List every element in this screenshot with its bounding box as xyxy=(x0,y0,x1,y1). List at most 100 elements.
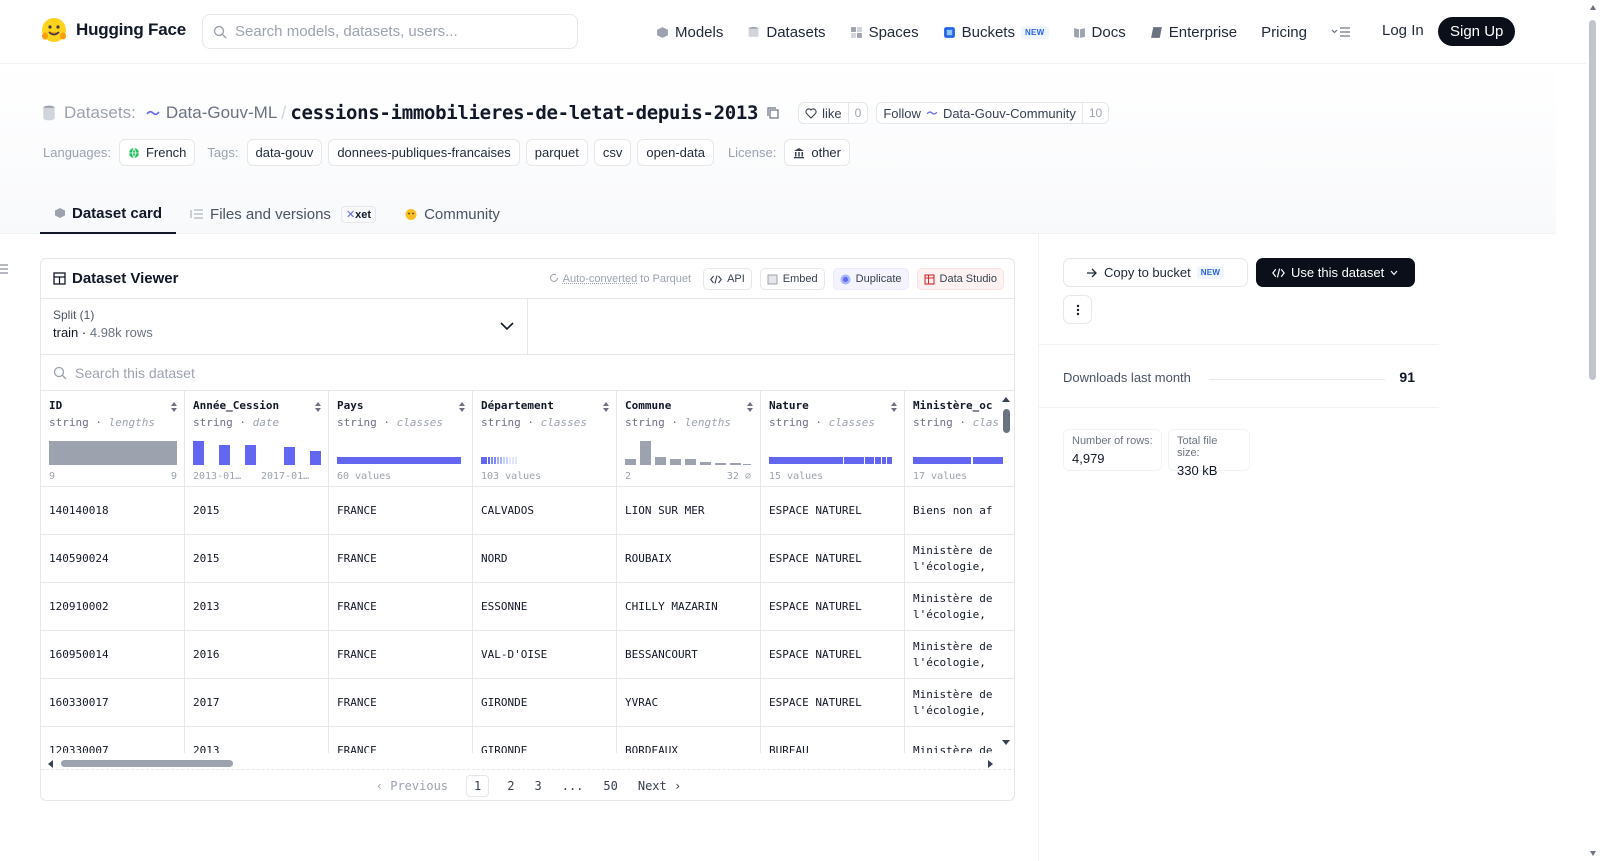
tag-csv[interactable]: csv xyxy=(593,139,632,166)
tag-open-data[interactable]: open-data xyxy=(637,139,714,166)
table-cell[interactable]: 2015 xyxy=(185,487,329,535)
tab-files[interactable]: Files and versions ✕xet xyxy=(176,194,390,234)
signup-button[interactable]: Sign Up xyxy=(1438,17,1516,46)
copy-to-bucket-button[interactable]: Copy to bucket NEW xyxy=(1063,258,1248,287)
language-tag[interactable]: French xyxy=(118,139,196,166)
next-page-button[interactable]: Next › xyxy=(628,775,691,797)
license-tag[interactable]: other xyxy=(784,139,850,166)
dataset-search-input[interactable] xyxy=(75,364,475,381)
table-cell[interactable]: BESSANCOURT xyxy=(617,631,761,679)
duplicate-button[interactable]: Duplicate xyxy=(832,268,909,290)
brand-logo[interactable]: Hugging Face xyxy=(40,16,186,44)
column-header-pays[interactable]: Pays string · classes 60 values xyxy=(329,391,473,487)
dataset-name[interactable]: cessions-immobilieres-de-letat-depuis-20… xyxy=(290,102,758,124)
table-cell[interactable]: 2017 xyxy=(185,679,329,727)
tag-donnees-publiques[interactable]: donnees-publiques-francaises xyxy=(328,139,520,166)
tag-data-gouv[interactable]: data-gouv xyxy=(246,139,323,166)
nav-pricing[interactable]: Pricing xyxy=(1261,24,1307,41)
page-vscroll-thumb[interactable] xyxy=(1589,20,1596,380)
login-link[interactable]: Log In xyxy=(1382,22,1424,39)
nav-more-menu[interactable] xyxy=(1331,26,1351,38)
data-studio-button[interactable]: Data Studio xyxy=(916,268,1004,290)
table-cell[interactable]: Ministère de l'écologie, xyxy=(905,583,1014,631)
split-selector[interactable]: Split (1) train · 4.98k rows xyxy=(41,299,528,354)
table-cell[interactable]: YVRAC xyxy=(617,679,761,727)
table-cell[interactable]: Ministère de l'écologie, xyxy=(905,535,1014,583)
nav-datasets[interactable]: Datasets xyxy=(747,24,826,41)
sort-icon[interactable] xyxy=(314,401,322,413)
scroll-up-icon[interactable] xyxy=(1001,395,1011,403)
global-search[interactable] xyxy=(202,14,578,49)
table-cell[interactable]: CHILLY MAZARIN xyxy=(617,583,761,631)
column-header-departement[interactable]: Département string · classes 103 values xyxy=(473,391,617,487)
column-header-commune[interactable]: Commune string · lengths 2 32 ⌀ xyxy=(617,391,761,487)
table-cell[interactable]: FRANCE xyxy=(329,679,473,727)
hscroll-thumb[interactable] xyxy=(61,760,233,767)
table-cell[interactable]: ESPACE NATUREL xyxy=(761,535,905,583)
scroll-up-icon[interactable] xyxy=(1589,4,1597,11)
datasets-label[interactable]: Datasets: xyxy=(64,103,136,123)
table-cell[interactable]: GIRONDE xyxy=(473,679,617,727)
page-3[interactable]: 3 xyxy=(524,775,551,797)
sort-icon[interactable] xyxy=(458,401,466,413)
api-button[interactable]: API xyxy=(703,268,752,290)
table-cell[interactable]: BORDEAUX xyxy=(617,727,761,753)
table-cell[interactable]: 120910002 xyxy=(41,583,185,631)
table-cell[interactable]: FRANCE xyxy=(329,583,473,631)
table-cell[interactable]: VAL-D'OISE xyxy=(473,631,617,679)
sort-icon[interactable] xyxy=(890,401,898,413)
nav-enterprise[interactable]: Enterprise xyxy=(1150,24,1237,41)
table-cell[interactable]: ESPACE NATUREL xyxy=(761,487,905,535)
table-cell[interactable]: 2013 xyxy=(185,583,329,631)
page-1[interactable]: 1 xyxy=(466,775,490,797)
tag-parquet[interactable]: parquet xyxy=(525,139,588,166)
table-cell[interactable]: BUREAU xyxy=(761,727,905,753)
table-hscroll[interactable] xyxy=(41,757,1014,769)
table-cell[interactable]: Ministère de l'écologie, xyxy=(905,679,1014,727)
table-cell[interactable]: Biens non af xyxy=(905,487,1014,535)
sort-icon[interactable] xyxy=(602,401,610,413)
sort-icon[interactable] xyxy=(170,401,178,413)
like-button[interactable]: like 0 xyxy=(798,102,869,124)
page-50[interactable]: 50 xyxy=(593,775,627,797)
table-cell[interactable]: 160950014 xyxy=(41,631,185,679)
page-2[interactable]: 2 xyxy=(497,775,524,797)
table-cell[interactable]: 2016 xyxy=(185,631,329,679)
table-cell[interactable]: FRANCE xyxy=(329,487,473,535)
table-cell[interactable]: NORD xyxy=(473,535,617,583)
table-cell[interactable]: 160330017 xyxy=(41,679,185,727)
table-cell[interactable]: ESPACE NATUREL xyxy=(761,631,905,679)
auto-converted-note[interactable]: Auto-converted to Parquet xyxy=(549,273,691,285)
table-cell[interactable]: ESPACE NATUREL xyxy=(761,679,905,727)
table-cell[interactable]: Ministère de xyxy=(905,727,1014,754)
embed-button[interactable]: Embed xyxy=(759,268,825,290)
table-cell[interactable]: FRANCE xyxy=(329,727,473,753)
table-cell[interactable]: ROUBAIX xyxy=(617,535,761,583)
column-header-nature[interactable]: Nature string · classes 15 values xyxy=(761,391,905,487)
follow-button[interactable]: Follow Data-Gouv-Community 10 xyxy=(876,102,1110,124)
more-options-button[interactable] xyxy=(1063,295,1092,324)
dataset-search[interactable] xyxy=(41,355,1014,391)
scroll-right-icon[interactable] xyxy=(987,759,995,769)
tab-dataset-card[interactable]: Dataset card xyxy=(40,194,177,234)
table-cell[interactable]: CALVADOS xyxy=(473,487,617,535)
copy-icon[interactable] xyxy=(766,106,780,120)
table-cell[interactable]: ESSONNE xyxy=(473,583,617,631)
table-cell[interactable]: GIRONDE xyxy=(473,727,617,753)
table-cell[interactable]: 140590024 xyxy=(41,535,185,583)
prev-page-button[interactable]: ‹ Previous xyxy=(366,775,458,797)
nav-docs[interactable]: Docs xyxy=(1073,24,1126,41)
table-cell[interactable]: Ministère de l'écologie, xyxy=(905,631,1014,679)
use-dataset-button[interactable]: Use this dataset xyxy=(1256,258,1415,287)
column-header-annee-cession[interactable]: Année_Cession string · date 2013-01… 2017… xyxy=(185,391,329,487)
sidebar-toggle-icon[interactable] xyxy=(0,264,8,274)
column-header-id[interactable]: ID string · lengths 99 xyxy=(41,391,185,487)
table-cell[interactable]: FRANCE xyxy=(329,631,473,679)
table-cell[interactable]: 2013 xyxy=(185,727,329,753)
table-cell[interactable]: LION SUR MER xyxy=(617,487,761,535)
auto-converted-link[interactable]: Auto-converted xyxy=(563,273,638,285)
table-cell[interactable]: FRANCE xyxy=(329,535,473,583)
global-search-input[interactable] xyxy=(235,23,555,40)
scroll-down-icon[interactable] xyxy=(1589,850,1597,857)
table-cell[interactable]: 2015 xyxy=(185,535,329,583)
